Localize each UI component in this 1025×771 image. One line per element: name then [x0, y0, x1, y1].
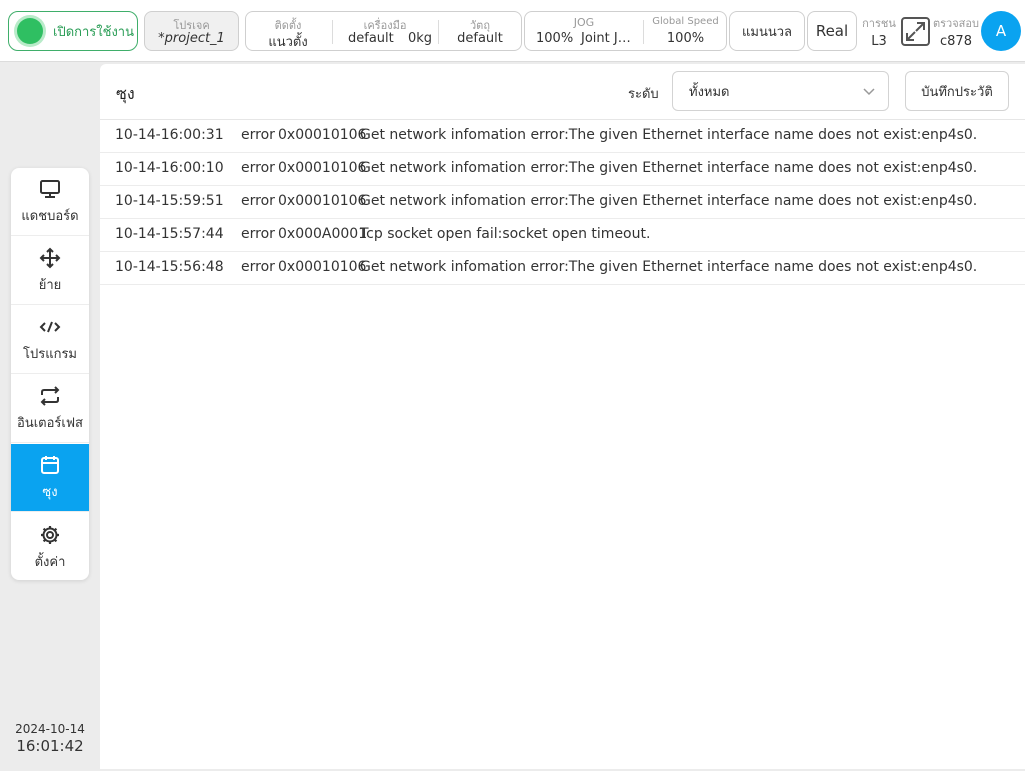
log-code: 0x00010106	[278, 127, 367, 143]
level-filter-value: ทั้งหมด	[689, 84, 730, 100]
log-row: 10-14-16:00:31 error 0x00010106 Get netw…	[100, 120, 1025, 153]
log-code: 0x00010106	[278, 160, 367, 176]
log-message: Get network infomation error:The given E…	[360, 127, 978, 143]
level-filter-label: ระดับ	[628, 87, 659, 102]
collision-value: L3	[871, 34, 887, 49]
swap-icon	[39, 384, 61, 408]
sidebar-nav: แดชบอร์ด ย้าย โปรแกรม อินเตอร์เฟส ซุง ตั…	[11, 168, 89, 580]
log-time: 10-14-15:56:48	[115, 259, 224, 275]
sidebar-item-program[interactable]: โปรแกรม	[11, 306, 89, 374]
sidebar-item-label: ย้าย	[38, 278, 62, 293]
divider	[643, 20, 644, 44]
log-level: error	[241, 259, 275, 275]
sidebar-item-log[interactable]: ซุง	[11, 444, 89, 512]
log-panel: ซุง ระดับ ทั้งหมด บันทึกประวัติ 10-14-16…	[100, 64, 1025, 769]
project-selector[interactable]: โปรเจค *project_1	[144, 11, 239, 51]
sidebar-item-label: ซุง	[42, 485, 58, 500]
manual-mode-button[interactable]: แมนนวล	[729, 11, 805, 51]
log-row: 10-14-15:57:44 error 0x000A0001 Tcp sock…	[100, 219, 1025, 252]
avatar[interactable]: A	[981, 11, 1021, 51]
move-icon	[39, 246, 61, 270]
project-name: *project_1	[158, 31, 225, 46]
setup-panel[interactable]: ติดตั้ง แนวตั้ง เครื่องมือ default 0kg ว…	[245, 11, 522, 51]
code-icon	[39, 315, 61, 339]
gear-icon	[39, 523, 61, 547]
log-code: 0x00010106	[278, 193, 367, 209]
log-row: 10-14-15:56:48 error 0x00010106 Get netw…	[100, 252, 1025, 285]
log-row: 10-14-16:00:10 error 0x00010106 Get netw…	[100, 153, 1025, 186]
jog-panel[interactable]: JOG 100% Joint J… Global Speed 100%	[524, 11, 727, 51]
sidebar-item-move[interactable]: ย้าย	[11, 237, 89, 305]
chevron-down-icon	[862, 83, 876, 102]
global-speed-value: 100%	[666, 31, 705, 46]
log-level: error	[241, 127, 275, 143]
log-level: error	[241, 226, 275, 242]
global-speed-label: Global Speed	[652, 16, 719, 27]
jog-percent: 100%	[536, 31, 574, 46]
divider	[438, 20, 439, 44]
log-time: 10-14-16:00:10	[115, 160, 224, 176]
save-history-button[interactable]: บันทึกประวัติ	[905, 71, 1009, 111]
system-time: 16:01:42	[16, 737, 84, 755]
page-title: ซุง	[116, 84, 135, 103]
log-header: ซุง ระดับ ทั้งหมด บันทึกประวัติ	[100, 64, 1025, 120]
sidebar-item-dashboard[interactable]: แดชบอร์ด	[11, 168, 89, 236]
log-time: 10-14-16:00:31	[115, 127, 224, 143]
enable-button[interactable]: เปิดการใช้งาน	[8, 11, 138, 51]
jog-mode: Joint J…	[581, 31, 631, 46]
level-filter-select[interactable]: ทั้งหมด	[672, 71, 889, 111]
sidebar-item-label: อินเตอร์เฟส	[17, 416, 83, 431]
sidebar-item-settings[interactable]: ตั้งค่า	[11, 513, 89, 580]
enable-status-indicator	[17, 18, 43, 44]
real-mode-button[interactable]: Real	[807, 11, 857, 51]
object-value: default	[457, 31, 503, 46]
jog-label: JOG	[573, 16, 595, 29]
collision-label: การชน	[862, 17, 896, 30]
log-row: 10-14-15:59:51 error 0x00010106 Get netw…	[100, 186, 1025, 219]
log-code: 0x000A0001	[278, 226, 368, 242]
mount-value: แนวตั้ง	[268, 35, 308, 50]
sidebar-item-interface[interactable]: อินเตอร์เฟส	[11, 375, 89, 443]
log-message: Get network infomation error:The given E…	[360, 193, 978, 209]
system-date: 2024-10-14	[15, 722, 85, 736]
log-code: 0x00010106	[278, 259, 367, 275]
log-time: 10-14-15:59:51	[115, 193, 224, 209]
calendar-icon	[39, 453, 61, 477]
tool-weight: 0kg	[408, 31, 433, 46]
tool-value: default	[348, 31, 394, 46]
log-message: Tcp socket open fail:socket open timeout…	[360, 226, 651, 242]
log-time: 10-14-15:57:44	[115, 226, 224, 242]
check-value: c878	[940, 34, 972, 49]
monitor-icon	[39, 177, 61, 201]
sidebar-item-label: แดชบอร์ด	[21, 209, 79, 224]
log-message: Get network infomation error:The given E…	[360, 259, 978, 275]
log-level: error	[241, 160, 275, 176]
sidebar-item-label: ตั้งค่า	[34, 554, 66, 570]
top-bar: เปิดการใช้งาน โปรเจค *project_1 ติดตั้ง …	[0, 0, 1025, 62]
divider	[332, 20, 333, 44]
check-label: ตรวจสอบ	[933, 17, 979, 30]
enable-label: เปิดการใช้งาน	[53, 24, 134, 40]
collision-level[interactable]: การชน L3	[861, 14, 897, 49]
check-status[interactable]: ตรวจสอบ c878	[932, 14, 980, 49]
sidebar-item-label: โปรแกรม	[22, 347, 78, 362]
log-message: Get network infomation error:The given E…	[360, 160, 978, 176]
expand-icon[interactable]	[901, 17, 930, 46]
log-level: error	[241, 193, 275, 209]
